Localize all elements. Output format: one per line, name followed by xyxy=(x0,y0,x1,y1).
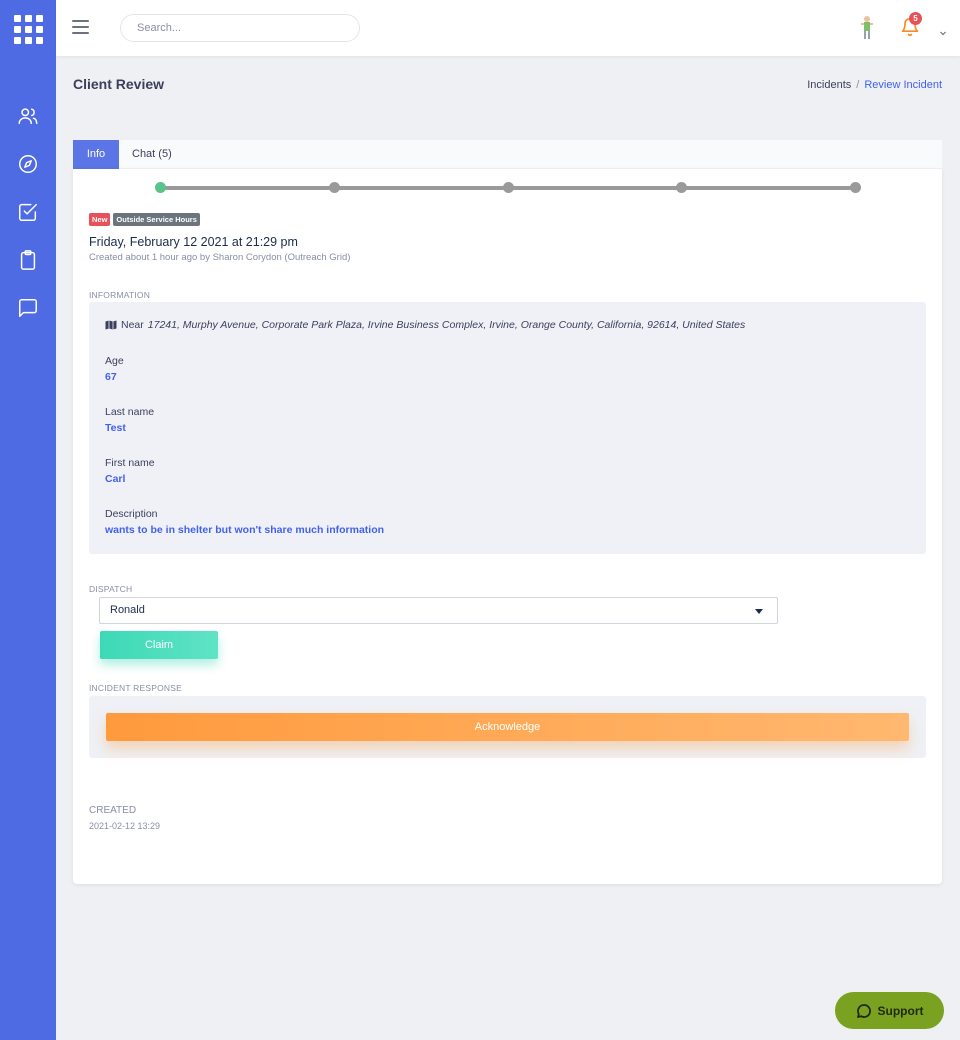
first-name-label: First name xyxy=(105,457,155,469)
users-icon[interactable] xyxy=(17,105,39,127)
sidebar xyxy=(0,0,56,1040)
claim-button[interactable]: Claim xyxy=(100,631,218,659)
acknowledge-button[interactable]: Acknowledge xyxy=(106,713,909,741)
progress-step[interactable] xyxy=(502,182,514,193)
incident-response-panel: Acknowledge xyxy=(89,696,926,758)
address-text: 17241, Murphy Avenue, Corporate Park Pla… xyxy=(147,319,746,331)
tab-chat[interactable]: Chat (5) xyxy=(132,140,172,169)
page-title: Client Review xyxy=(73,76,165,92)
created-by: Created about 1 hour ago by Sharon Coryd… xyxy=(89,252,351,263)
map-icon xyxy=(105,320,117,330)
menu-toggle-icon[interactable] xyxy=(72,20,89,34)
breadcrumb: Incidents / Review Incident xyxy=(807,79,942,91)
chat-bubble-icon xyxy=(856,1003,871,1018)
progress-step[interactable] xyxy=(328,182,340,193)
address: Near 17241, Murphy Avenue, Corporate Par… xyxy=(105,319,745,331)
progress-step[interactable] xyxy=(676,182,688,193)
breadcrumb-separator: / xyxy=(856,79,860,91)
age-value: 67 xyxy=(105,371,117,383)
tab-info[interactable]: Info xyxy=(73,140,119,169)
age-label: Age xyxy=(105,355,124,367)
support-button[interactable]: Support xyxy=(835,992,944,1029)
tab-bar: Info Chat (5) xyxy=(73,140,942,169)
chevron-down-icon[interactable] xyxy=(939,22,947,36)
caret-down-icon xyxy=(755,609,763,614)
description-label: Description xyxy=(105,508,158,520)
message-icon[interactable] xyxy=(17,297,39,319)
incident-date: Friday, February 12 2021 at 21:29 pm xyxy=(89,235,298,249)
created-label: Created xyxy=(89,805,137,816)
incident-card: New Outside Service Hours Friday, Februa… xyxy=(73,169,942,884)
clipboard-icon[interactable] xyxy=(17,249,39,271)
search-input[interactable] xyxy=(120,14,360,42)
progress-step[interactable] xyxy=(850,182,861,193)
status-badge-new: New xyxy=(89,213,111,226)
address-prefix: Near xyxy=(121,319,144,331)
status-badge-outside-hours: Outside Service Hours xyxy=(113,213,200,226)
support-label: Support xyxy=(877,1003,924,1018)
created-value: 2021-02-12 13:29 xyxy=(89,821,161,831)
information-panel: Near 17241, Murphy Avenue, Corporate Par… xyxy=(89,302,926,554)
dispatch-selected-value: Ronald xyxy=(110,604,145,616)
status-badges: New Outside Service Hours xyxy=(89,213,200,226)
notification-badge: 5 xyxy=(909,12,922,25)
apps-grid-icon[interactable] xyxy=(14,15,43,44)
dispatch-label: Dispatch xyxy=(89,584,133,594)
information-label: Information xyxy=(89,290,151,300)
check-square-icon[interactable] xyxy=(17,201,39,223)
description-value: wants to be in shelter but won't share m… xyxy=(105,524,385,536)
breadcrumb-incidents[interactable]: Incidents xyxy=(807,79,851,91)
incident-response-label: Incident Response xyxy=(89,683,182,693)
avatar[interactable] xyxy=(856,14,878,42)
compass-icon[interactable] xyxy=(17,153,39,175)
progress-step[interactable] xyxy=(155,182,166,193)
topbar: 5 xyxy=(56,0,960,56)
breadcrumb-review-incident: Review Incident xyxy=(864,79,942,91)
last-name-label: Last name xyxy=(105,406,155,418)
first-name-value: Carl xyxy=(105,473,126,485)
last-name-value: Test xyxy=(105,422,126,434)
dispatch-select[interactable]: Ronald xyxy=(99,597,778,624)
